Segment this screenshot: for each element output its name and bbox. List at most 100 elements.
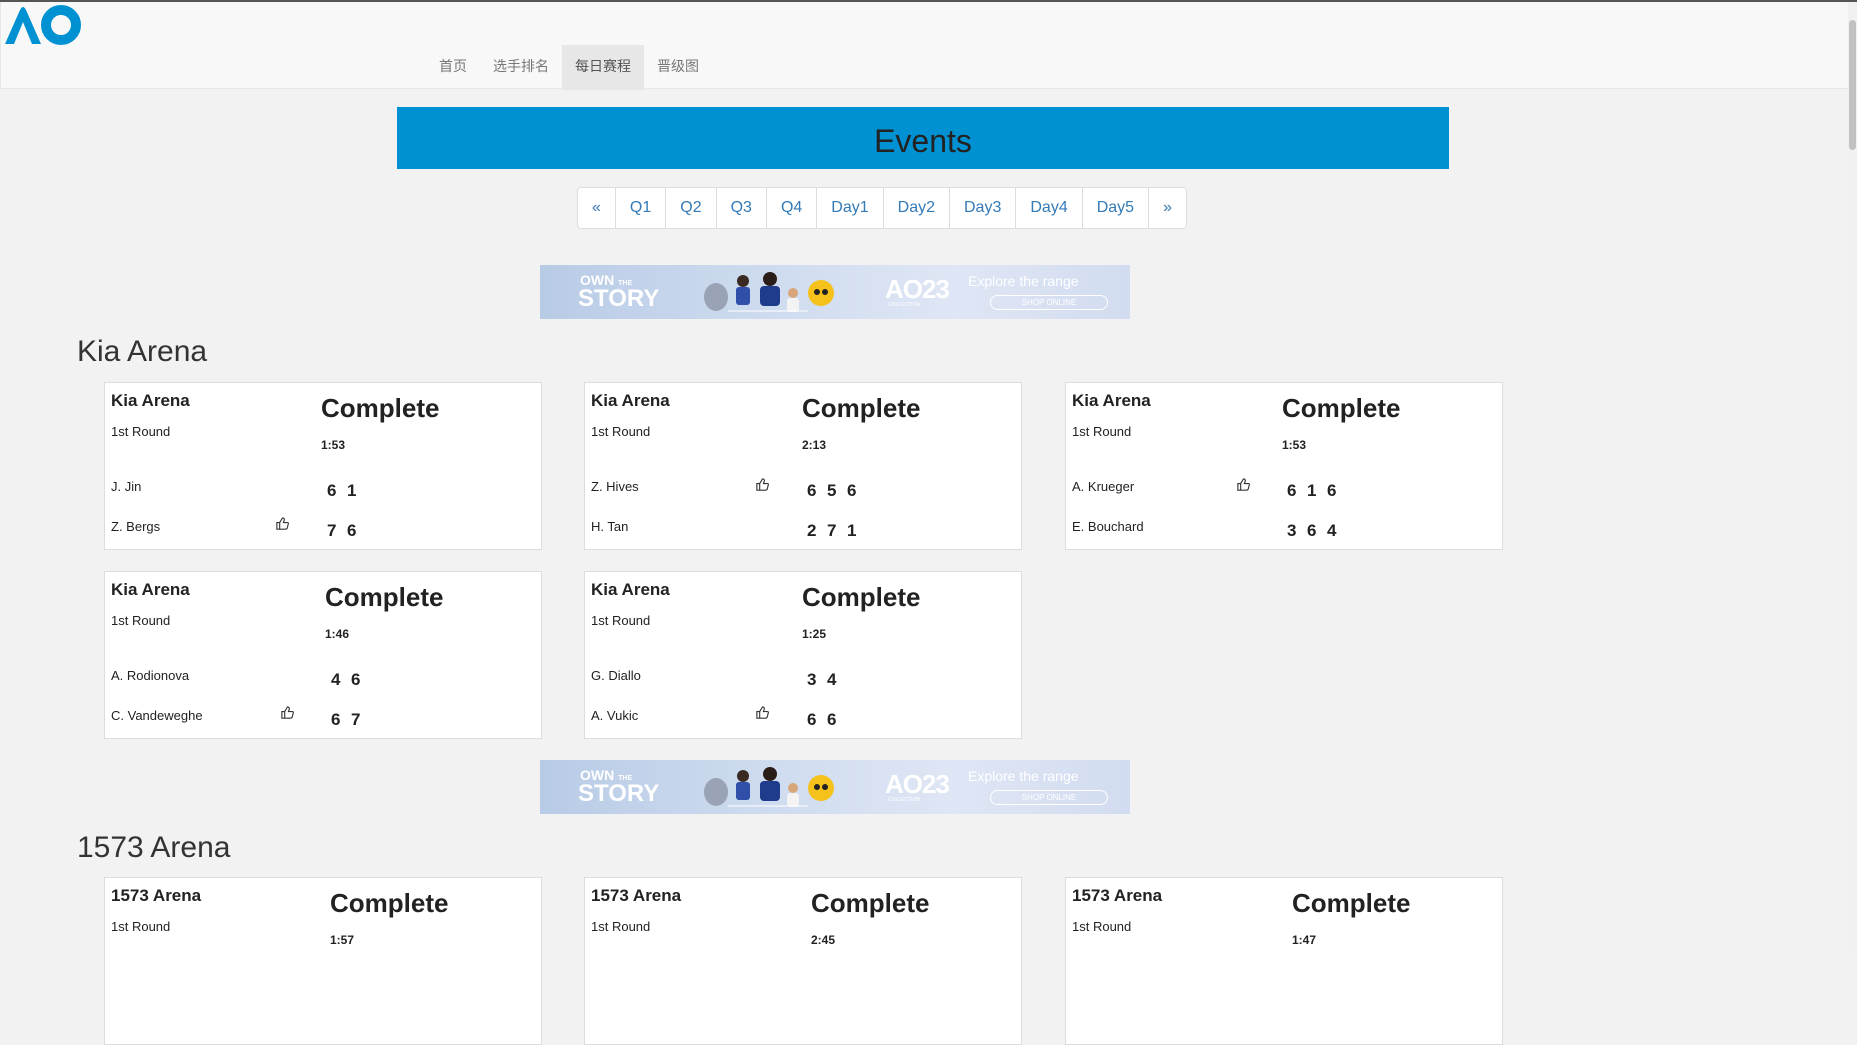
set-score: 3 bbox=[1287, 521, 1297, 540]
match-duration: 2:13 bbox=[802, 438, 827, 452]
match-status: Complete bbox=[1282, 393, 1401, 423]
day-pagination: « Q1 Q2 Q3 Q4 Day1 Day2 Day3 Day4 Day5 » bbox=[577, 187, 1187, 229]
ad-brand-sub: COLLECTION bbox=[888, 302, 920, 308]
ad-shop-button[interactable]: SHOP ONLINE bbox=[990, 790, 1108, 805]
set-score: 1 bbox=[847, 521, 857, 540]
page-day4[interactable]: Day4 bbox=[1015, 188, 1082, 228]
page-next[interactable]: » bbox=[1148, 188, 1186, 228]
score-row: 2 7 1 bbox=[807, 521, 867, 541]
match-duration: 1:25 bbox=[802, 627, 827, 641]
match-round: 1st Round bbox=[1072, 424, 1132, 439]
set-score: 6 bbox=[847, 481, 857, 500]
score-row: 6 6 bbox=[807, 710, 847, 730]
match-card[interactable]: 1573 Arena 1st Round Complete 1:47 bbox=[1065, 877, 1503, 1045]
ao-logo[interactable] bbox=[3, 4, 83, 46]
match-card[interactable]: Kia Arena 1st Round Complete 1:53 A. Kru… bbox=[1065, 382, 1503, 550]
page-prev[interactable]: « bbox=[578, 188, 615, 228]
nav-daily-schedule[interactable]: 每日赛程 bbox=[562, 45, 644, 90]
player-name[interactable]: G. Diallo bbox=[591, 668, 641, 683]
set-score: 6 bbox=[807, 710, 817, 729]
set-score: 6 bbox=[1327, 481, 1337, 500]
thumbs-up-icon bbox=[1237, 478, 1250, 491]
match-duration: 1:46 bbox=[325, 627, 350, 641]
thumbs-up-icon bbox=[281, 706, 294, 719]
match-card[interactable]: Kia Arena 1st Round Complete 1:46 A. Rod… bbox=[104, 571, 542, 739]
ad-illustration bbox=[704, 767, 834, 807]
match-venue: Kia Arena bbox=[591, 391, 670, 410]
set-score: 7 bbox=[327, 521, 337, 540]
match-status: Complete bbox=[802, 582, 921, 612]
match-card[interactable]: Kia Arena 1st Round Complete 2:13 Z. Hiv… bbox=[584, 382, 1022, 550]
player-name[interactable]: E. Bouchard bbox=[1072, 519, 1144, 534]
player-name[interactable]: H. Tan bbox=[591, 519, 628, 534]
match-round: 1st Round bbox=[591, 919, 651, 934]
match-venue: Kia Arena bbox=[1072, 391, 1151, 410]
set-score: 6 bbox=[327, 481, 337, 500]
player-name[interactable]: Z. Hives bbox=[591, 479, 639, 494]
page-q2[interactable]: Q2 bbox=[665, 188, 716, 228]
page-day5[interactable]: Day5 bbox=[1081, 188, 1149, 228]
match-duration: 1:53 bbox=[1282, 438, 1307, 452]
ad-explore-text: Explore the range bbox=[968, 768, 1079, 784]
match-status: Complete bbox=[802, 393, 921, 423]
vertical-scrollbar[interactable] bbox=[1848, 2, 1857, 957]
ad-explore-text: Explore the range bbox=[968, 273, 1079, 289]
page-q4[interactable]: Q4 bbox=[765, 188, 817, 228]
match-venue: Kia Arena bbox=[591, 580, 670, 599]
match-round: 1st Round bbox=[591, 424, 651, 439]
match-venue: Kia Arena bbox=[111, 580, 190, 599]
match-round: 1st Round bbox=[111, 919, 171, 934]
set-score: 6 bbox=[347, 521, 357, 540]
ad-shop-button[interactable]: SHOP ONLINE bbox=[990, 295, 1108, 310]
player-name[interactable]: A. Krueger bbox=[1072, 479, 1134, 494]
nav-draw[interactable]: 晋级图 bbox=[644, 45, 712, 90]
set-score: 4 bbox=[1327, 521, 1337, 540]
set-score: 3 bbox=[807, 670, 817, 689]
thumbs-up-icon bbox=[756, 478, 769, 491]
match-duration: 2:45 bbox=[811, 933, 836, 947]
score-row: 3 6 4 bbox=[1287, 521, 1347, 541]
player-name[interactable]: A. Rodionova bbox=[111, 668, 189, 683]
page-q1[interactable]: Q1 bbox=[614, 188, 666, 228]
match-venue: 1573 Arena bbox=[591, 886, 682, 905]
match-card[interactable]: 1573 Arena 1st Round Complete 2:45 bbox=[584, 877, 1022, 1045]
score-row: 6 7 bbox=[331, 710, 371, 730]
nav-player-rankings[interactable]: 选手排名 bbox=[480, 45, 562, 90]
ad-brand: AO23 bbox=[885, 769, 950, 799]
nav-home[interactable]: 首页 bbox=[426, 45, 480, 90]
match-duration: 1:47 bbox=[1292, 933, 1317, 947]
set-score: 6 bbox=[1287, 481, 1297, 500]
match-card[interactable]: Kia Arena 1st Round Complete 1:25 G. Dia… bbox=[584, 571, 1022, 739]
ad-banner[interactable]: OWN THE STORY AO23 COLLECTION Explore th… bbox=[540, 265, 1130, 319]
page-q3[interactable]: Q3 bbox=[715, 188, 766, 228]
score-row: 6 1 6 bbox=[1287, 481, 1347, 501]
player-name[interactable]: C. Vandeweghe bbox=[111, 708, 203, 723]
player-name[interactable]: A. Vukic bbox=[591, 708, 638, 723]
match-venue: 1573 Arena bbox=[111, 886, 202, 905]
thumbs-up-icon bbox=[756, 706, 769, 719]
match-status: Complete bbox=[321, 393, 440, 423]
match-card[interactable]: Kia Arena 1st Round Complete 1:53 J. Jin… bbox=[104, 382, 542, 550]
score-row: 7 6 bbox=[327, 521, 367, 541]
player-name[interactable]: Z. Bergs bbox=[111, 519, 160, 534]
ad-banner[interactable]: OWN THE STORY AO23 COLLECTION Explore th… bbox=[540, 760, 1130, 814]
page-day2[interactable]: Day2 bbox=[882, 188, 949, 228]
match-venue: Kia Arena bbox=[111, 391, 190, 410]
scrollbar-thumb[interactable] bbox=[1849, 20, 1856, 150]
set-score: 6 bbox=[1307, 521, 1317, 540]
ad-brand: AO23 bbox=[885, 274, 950, 304]
match-duration: 1:57 bbox=[330, 933, 355, 947]
set-score: 6 bbox=[351, 670, 361, 689]
match-status: Complete bbox=[330, 888, 449, 918]
page-day1[interactable]: Day1 bbox=[816, 188, 883, 228]
page-day3[interactable]: Day3 bbox=[949, 188, 1016, 228]
match-round: 1st Round bbox=[591, 613, 651, 628]
set-score: 1 bbox=[1307, 481, 1317, 500]
thumbs-up-icon bbox=[276, 517, 289, 530]
set-score: 6 bbox=[807, 481, 817, 500]
player-name[interactable]: J. Jin bbox=[111, 479, 141, 494]
match-card[interactable]: 1573 Arena 1st Round Complete 1:57 bbox=[104, 877, 542, 1045]
match-round: 1st Round bbox=[111, 424, 171, 439]
ad-illustration bbox=[704, 272, 834, 312]
score-row: 6 5 6 bbox=[807, 481, 867, 501]
